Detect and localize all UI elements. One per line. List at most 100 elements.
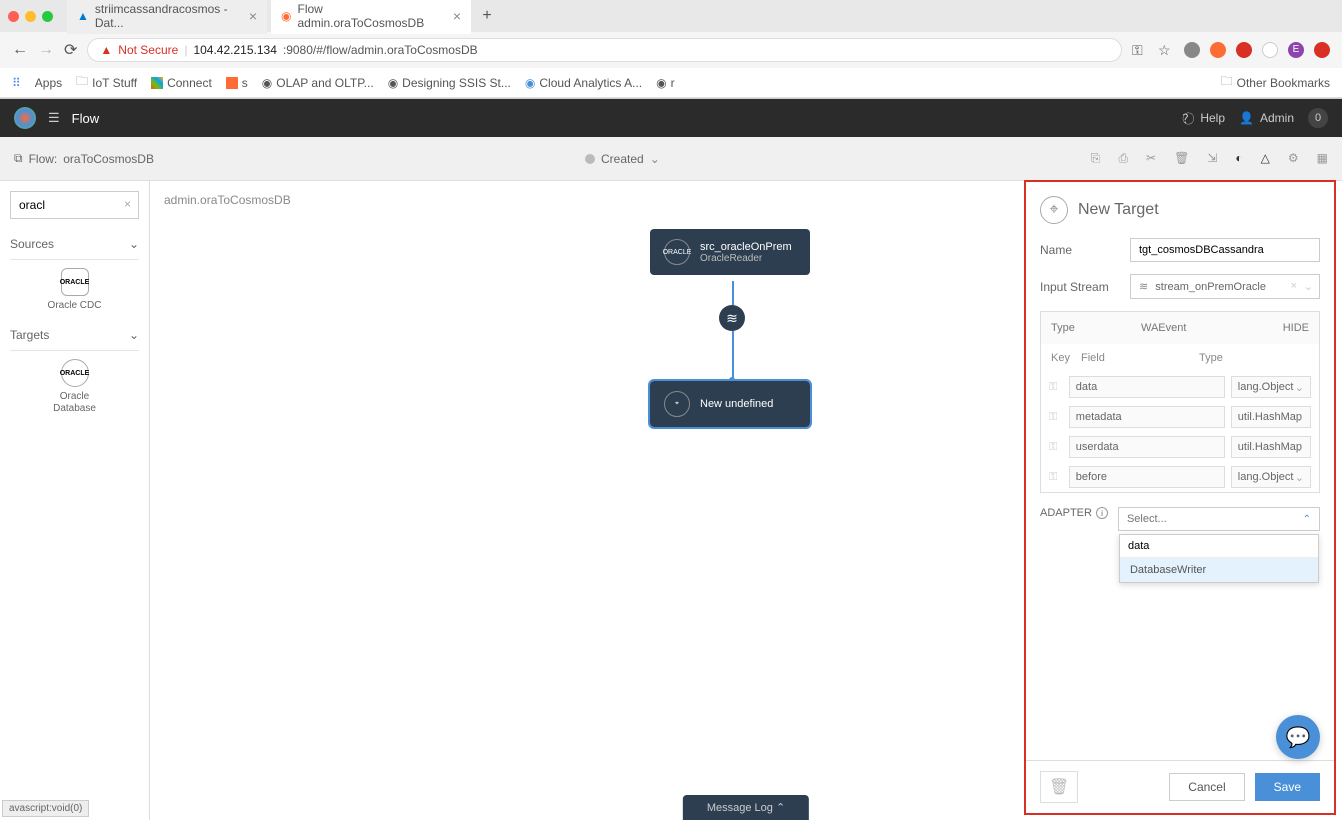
clear-search-icon[interactable]: × (124, 197, 131, 211)
bookmark-olap[interactable]: ◉ OLAP and OLTP... (262, 76, 374, 90)
col-key: Key (1051, 352, 1081, 364)
target-icon: ⌖ (1040, 196, 1068, 224)
trash-icon[interactable]: 🗑 (1174, 151, 1189, 166)
bookmark-ssis[interactable]: ◉ Designing SSIS St... (388, 76, 511, 90)
back-icon[interactable]: ← (12, 41, 28, 59)
field-input[interactable] (1069, 436, 1225, 458)
close-window[interactable] (8, 11, 19, 22)
oracle-icon: ORACLE (61, 359, 89, 387)
profile-avatar[interactable]: E (1288, 42, 1304, 58)
alert-icon[interactable]: △ (1261, 151, 1270, 166)
name-input[interactable] (1130, 238, 1320, 262)
ext-icon-4[interactable] (1262, 42, 1278, 58)
key-icon[interactable]: ⚿ (1049, 471, 1063, 484)
gauge-icon[interactable]: ◐ (1235, 151, 1242, 166)
node-source[interactable]: ORACLE src_oracleOnPrem OracleReader (650, 229, 810, 275)
key-icon[interactable]: ⚿ (1049, 411, 1063, 424)
type-row: ⚿ util.HashMap (1041, 432, 1319, 462)
info-icon[interactable]: i (1096, 507, 1108, 519)
browser-tab-2[interactable]: ◉ Flow admin.oraToCosmosDB × (271, 0, 471, 34)
gear-icon[interactable]: ⚙ (1288, 151, 1299, 166)
ext-icon-5[interactable] (1314, 42, 1330, 58)
bookmark-s[interactable]: s (226, 76, 248, 90)
sources-section-header[interactable]: Sources⌄ (10, 229, 139, 260)
type-select[interactable]: util.HashMap (1231, 406, 1311, 428)
bookmark-apps[interactable]: Apps (35, 76, 62, 90)
source-oracle-cdc[interactable]: ORACLE Oracle CDC (10, 260, 139, 320)
delete-button[interactable]: 🗑 (1040, 771, 1078, 803)
type-select[interactable]: util.HashMap (1231, 436, 1311, 458)
chevron-down-icon: ⌄ (129, 328, 139, 342)
status-dot-icon (585, 154, 595, 164)
close-tab-icon[interactable]: × (249, 8, 257, 24)
type-select[interactable]: lang.Object (1231, 376, 1311, 398)
target-oracle-database[interactable]: ORACLE OracleDatabase (10, 351, 139, 423)
type-select[interactable]: lang.Object (1231, 466, 1311, 488)
notification-badge[interactable]: 0 (1308, 108, 1328, 128)
forward-icon[interactable]: → (38, 41, 54, 59)
status-label[interactable]: Created (601, 152, 644, 166)
key-icon[interactable]: ⚿ (1049, 381, 1063, 394)
ext-icon-3[interactable] (1236, 42, 1252, 58)
bookmark-r[interactable]: ◉ r (656, 76, 674, 90)
admin-button[interactable]: 👤 Admin (1239, 111, 1294, 125)
chevron-up-icon: ⌃ (1303, 514, 1311, 525)
bookmark-iot[interactable]: 🗀 IoT Stuff (76, 72, 137, 93)
adapter-label: ADAPTER i (1040, 507, 1108, 519)
type-label: Type (1051, 322, 1091, 334)
adapter-option-databasewriter[interactable]: DatabaseWriter (1120, 558, 1318, 582)
chat-fab[interactable]: 💬 (1276, 715, 1320, 759)
node-stream[interactable]: ≋ (719, 305, 745, 331)
field-input[interactable] (1069, 466, 1225, 488)
targets-section-header[interactable]: Targets⌄ (10, 320, 139, 351)
panel-title: New Target (1078, 201, 1159, 219)
minimize-window[interactable] (25, 11, 36, 22)
user-icon: 👤 (1239, 111, 1254, 125)
maximize-window[interactable] (42, 11, 53, 22)
node-target[interactable]: ⌖ New undefined (650, 381, 810, 427)
new-tab-button[interactable]: + (475, 7, 499, 25)
node-title: src_oracleOnPrem (700, 241, 792, 253)
apps-icon[interactable]: ⠿ (12, 76, 21, 90)
target-icon: ⌖ (664, 391, 690, 417)
ext-icon-1[interactable] (1184, 42, 1200, 58)
help-icon: ？⃝ (1182, 110, 1194, 127)
oracle-icon: ORACLE (664, 239, 690, 265)
field-input[interactable] (1069, 406, 1225, 428)
connector-line (732, 281, 734, 305)
search-input[interactable] (10, 191, 139, 219)
chevron-down-icon: ⌄ (129, 237, 139, 251)
key-icon[interactable]: ⚿ (1132, 42, 1148, 58)
other-bookmarks[interactable]: 🗀 Other Bookmarks (1221, 72, 1330, 93)
reload-icon[interactable]: ⟳ (64, 40, 77, 60)
ext-icon-2[interactable] (1210, 42, 1226, 58)
address-bar[interactable]: ▲ Not Secure | 104.42.215.134:9080/#/flo… (87, 38, 1122, 62)
app-logo-icon[interactable] (14, 107, 36, 129)
adapter-select[interactable] (1119, 508, 1319, 530)
adapter-search-input[interactable] (1120, 535, 1318, 558)
chevron-down-icon[interactable]: ⌄ (650, 152, 660, 166)
bookmark-connect[interactable]: Connect (151, 76, 212, 90)
chevron-up-icon: ⌃ (776, 802, 785, 814)
cut-icon[interactable]: ✂ (1146, 151, 1156, 166)
grid-icon[interactable]: ▦ (1317, 151, 1328, 166)
bookmark-star-icon[interactable]: ☆ (1158, 42, 1174, 58)
field-input[interactable] (1069, 376, 1225, 398)
menu-icon[interactable]: ☰ (48, 110, 60, 126)
message-log-toggle[interactable]: Message Log ⌃ (683, 795, 809, 820)
hide-toggle[interactable]: HIDE (1269, 322, 1309, 334)
clear-icon[interactable]: × (1291, 280, 1297, 292)
bookmark-cloud[interactable]: ◉ Cloud Analytics A... (525, 76, 642, 90)
help-button[interactable]: ？⃝ Help (1182, 110, 1225, 127)
tab-title: striimcassandracosmos - Dat... (95, 2, 243, 30)
input-stream-select[interactable]: ≋ stream_onPremOracle × ⌄ (1130, 274, 1320, 299)
key-icon[interactable]: ⚿ (1049, 441, 1063, 454)
close-tab-icon[interactable]: × (453, 8, 461, 24)
status-bar-hover: avascript:void(0) (2, 800, 89, 817)
browser-tab-1[interactable]: ▲ striimcassandracosmos - Dat... × (67, 0, 267, 34)
paste-icon[interactable]: ⎙ (1118, 151, 1128, 166)
cancel-button[interactable]: Cancel (1169, 773, 1244, 801)
export-icon[interactable]: ⇲ (1207, 151, 1217, 166)
copy-icon[interactable]: ⎘ (1091, 151, 1101, 166)
save-button[interactable]: Save (1255, 773, 1320, 801)
